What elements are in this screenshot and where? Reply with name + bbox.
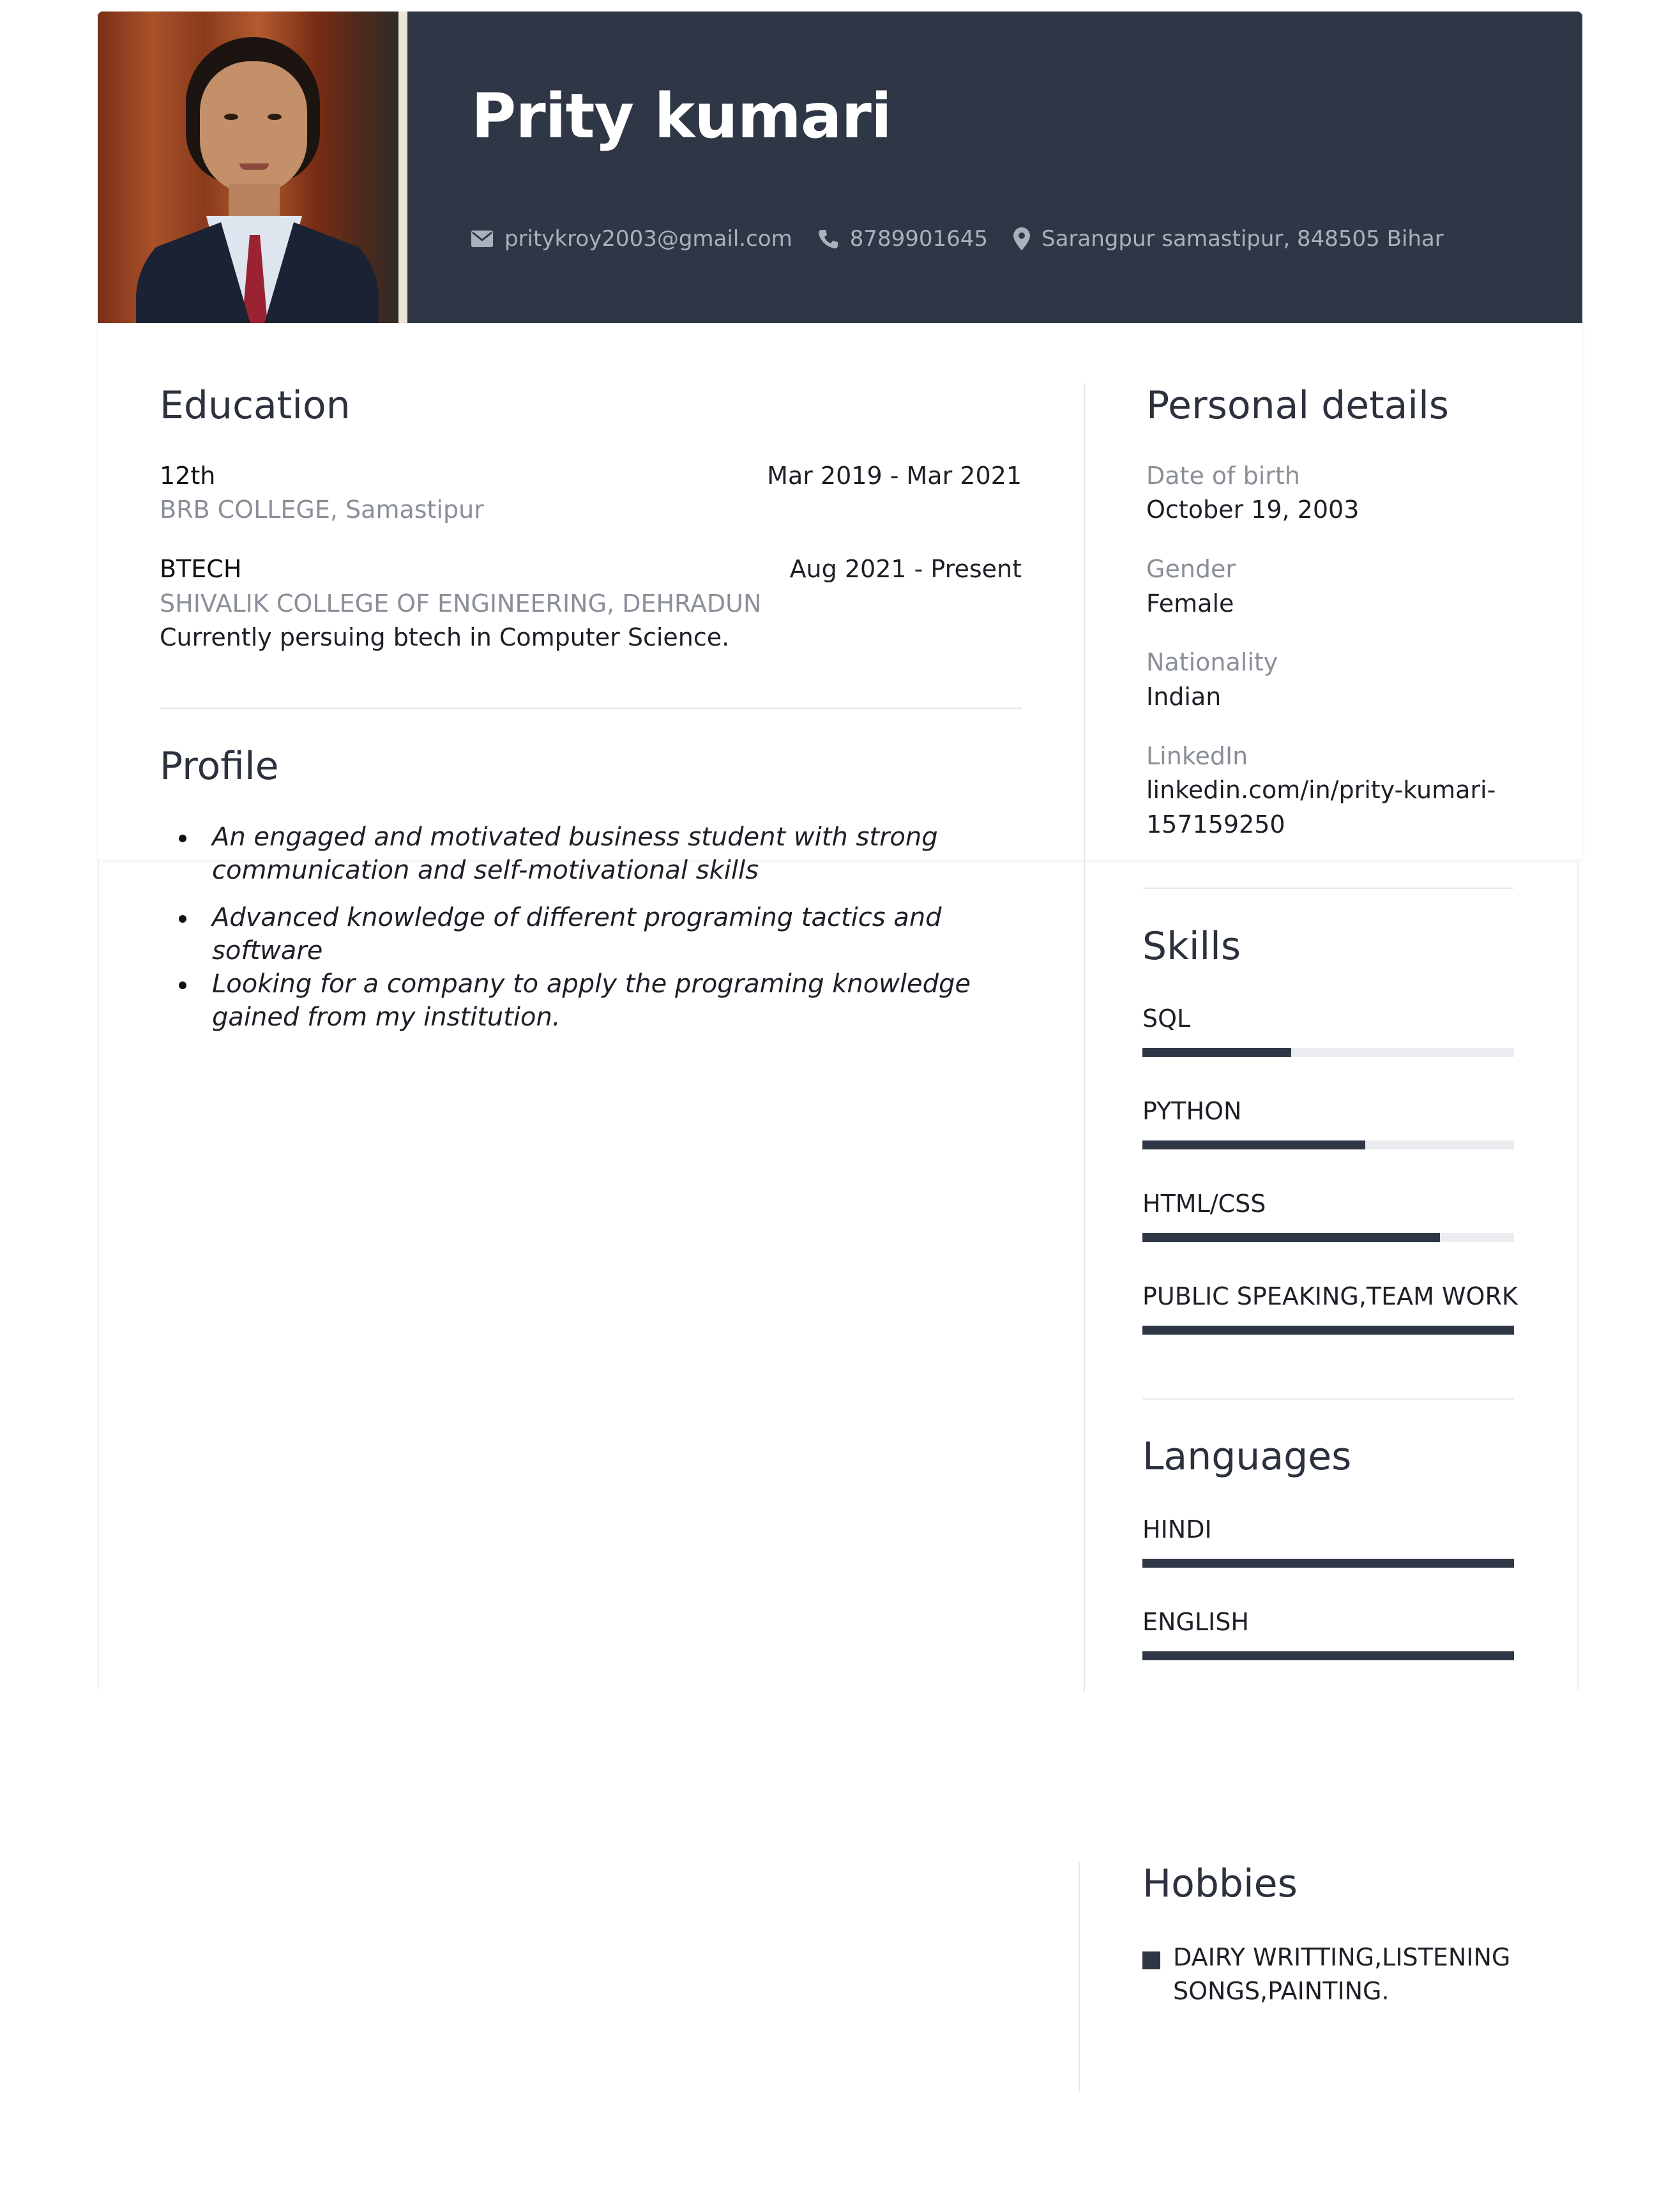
hobbies-title: Hobbies [1142,1861,1298,1906]
phone-text: 8789901645 [849,226,989,252]
envelope-icon [471,231,493,247]
hobbies-text-cont: SONGS,PAINTING. [1173,1977,1390,2005]
contact-phone[interactable]: 8789901645 [818,226,988,252]
linkedin-link-cont[interactable]: 157159250 [1146,810,1285,838]
skill-bar [1142,1140,1514,1149]
education-school: SHIVALIK COLLEGE OF ENGINEERING, DEHRADU… [160,589,762,617]
page-edge [98,860,99,1690]
dob-label: Date of birth [1146,462,1300,490]
skill-bar [1142,1233,1514,1242]
personal-details-title: Personal details [1146,383,1450,428]
resume-header: Prity kumari pritykroy2003@gmail.com 878… [98,11,1582,323]
skill-bar [1142,1326,1514,1335]
address-text: Sarangpur samastipur, 848505 Bihar [1042,226,1444,252]
phone-icon [818,230,838,248]
location-pin-icon [1013,227,1031,250]
language-name: ENGLISH [1142,1608,1249,1636]
bullet-square-icon [1142,1951,1160,1969]
nationality-label: Nationality [1146,648,1278,676]
linkedin-link[interactable]: linkedin.com/in/prity-kumari- [1146,776,1496,804]
dob-value: October 19, 2003 [1146,496,1360,524]
skill-bar [1142,1048,1514,1057]
linkedin-label: LinkedIn [1146,742,1248,770]
email-text: pritykroy2003@gmail.com [504,226,792,252]
education-school: BRB COLLEGE, Samastipur [160,496,484,524]
skill-name: SQL [1142,1004,1191,1033]
section-divider [1143,888,1513,889]
page-edge [1577,860,1579,1690]
language-name: HINDI [1142,1515,1212,1543]
education-note: Currently persuing btech in Computer Sci… [160,623,730,651]
skills-title: Skills [1142,924,1241,969]
language-bar [1142,1651,1514,1660]
profile-item: Advanced knowledge of different programi… [160,901,1009,967]
education-dates: Mar 2019 - Mar 2021 [767,462,1022,490]
hobbies-text: DAIRY WRITTING,LISTENING [1173,1943,1511,1971]
language-bar [1142,1559,1514,1568]
profile-list: An engaged and motivated business studen… [160,821,1009,1034]
section-divider [1143,1398,1513,1400]
resume-page: Prity kumari pritykroy2003@gmail.com 878… [0,0,1659,2212]
languages-title: Languages [1142,1434,1352,1479]
column-divider [1079,1861,1080,2091]
contact-email[interactable]: pritykroy2003@gmail.com [471,226,792,252]
nationality-value: Indian [1146,683,1222,711]
contact-row: pritykroy2003@gmail.com 8789901645 Saran… [471,226,1469,252]
gender-value: Female [1146,589,1234,617]
education-degree: 12th [160,462,216,490]
profile-photo [98,11,407,323]
education-degree: BTECH [160,555,242,583]
profile-item: Looking for a company to apply the progr… [160,967,1009,1034]
education-dates: Aug 2021 - Present [789,555,1022,583]
education-title: Education [160,383,351,428]
profile-item: An engaged and motivated business studen… [160,821,1009,887]
skill-name: PUBLIC SPEAKING,TEAM WORK [1142,1282,1518,1310]
contact-address: Sarangpur samastipur, 848505 Bihar [1013,226,1444,252]
skill-name: PYTHON [1142,1097,1242,1125]
gender-label: Gender [1146,555,1236,583]
candidate-name: Prity kumari [471,80,892,152]
column-divider [1084,383,1085,1692]
profile-title: Profile [160,744,279,789]
skill-name: HTML/CSS [1142,1190,1266,1218]
section-divider [160,708,1022,709]
